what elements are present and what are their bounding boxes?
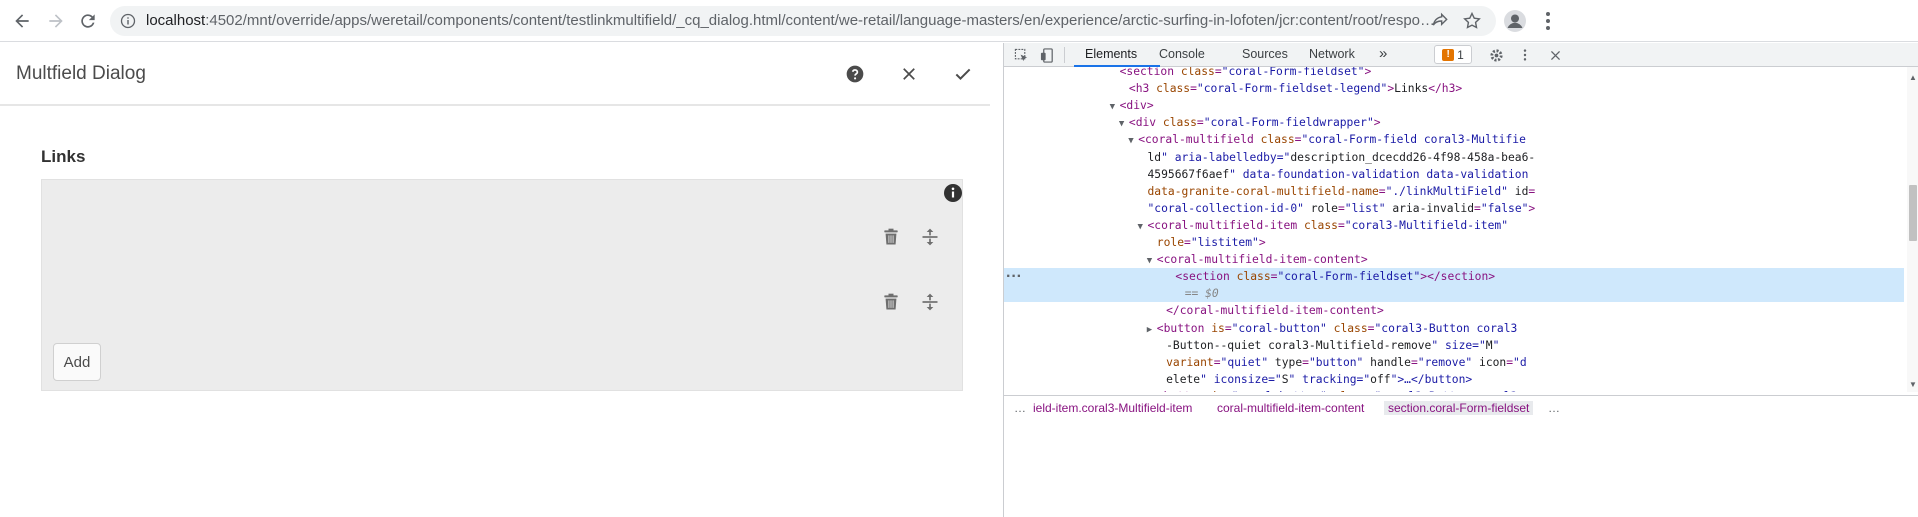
links-section-heading: Links xyxy=(41,147,86,166)
multifield-dialog: Multfield Dialog Links Add xyxy=(0,43,1000,517)
done-checkmark-icon[interactable] xyxy=(951,62,975,86)
dom-node-line[interactable]: role="listitem"> xyxy=(1004,234,1904,251)
devtools-panel: Elements Console Sources Network » ! 1 <… xyxy=(1003,43,1918,517)
warning-icon: ! xyxy=(1442,48,1455,61)
scroll-down-arrow-icon[interactable]: ▼ xyxy=(1909,380,1917,389)
breadcrumb-more[interactable]: … xyxy=(1014,401,1026,415)
site-info-icon[interactable] xyxy=(120,13,136,29)
elements-tree[interactable]: <section class="coral-Form-fieldset"> <h3… xyxy=(1004,67,1904,392)
device-toolbar-icon[interactable] xyxy=(1038,46,1056,64)
dom-node-line[interactable]: elete" iconsize="S" tracking="off">…</bu… xyxy=(1004,371,1904,388)
dom-node-line[interactable]: <section class="coral-Form-fieldset"> xyxy=(1004,67,1904,80)
breadcrumb-more[interactable]: … xyxy=(1548,401,1560,415)
scrollbar-thumb[interactable] xyxy=(1909,185,1917,241)
bookmark-star-icon[interactable] xyxy=(1462,11,1482,31)
url-path: :4502/mnt/override/apps/weretail/compone… xyxy=(205,12,1436,29)
help-icon[interactable] xyxy=(843,62,867,86)
dom-node-line[interactable]: <section class="coral-Form-fieldset"></s… xyxy=(1004,268,1904,286)
links-multifield: Add xyxy=(41,179,963,391)
forward-icon[interactable] xyxy=(44,9,68,33)
expand-triangle-icon[interactable]: ▶ xyxy=(1147,390,1152,392)
breadcrumb-item[interactable]: ield-item.coral3-Multifield-item xyxy=(1033,401,1192,415)
dialog-title: Multfield Dialog xyxy=(16,63,146,84)
dom-node-line[interactable]: ▶<button is="coral-button" class="coral3… xyxy=(1004,320,1904,337)
tab-separator xyxy=(1064,47,1065,63)
dom-node-line[interactable]: </coral-multifield-item-content> xyxy=(1004,302,1904,319)
dom-breadcrumb: … ield-item.coral3-Multifield-item coral… xyxy=(1004,395,1918,419)
devtools-tabbar: Elements Console Sources Network » ! 1 xyxy=(1004,43,1918,67)
dom-node-line[interactable]: ▼ <coral-multifield-item-content> xyxy=(1004,251,1904,268)
address-bar[interactable]: localhost:4502/mnt/override/apps/weretai… xyxy=(110,6,1496,36)
tab-sources[interactable]: Sources xyxy=(1242,47,1288,61)
settings-gear-icon[interactable] xyxy=(1487,46,1505,64)
tab-elements[interactable]: Elements xyxy=(1085,47,1137,61)
issues-badge[interactable]: ! 1 xyxy=(1434,45,1472,64)
reload-icon[interactable] xyxy=(76,9,100,33)
back-icon[interactable] xyxy=(10,9,34,33)
add-item-button[interactable]: Add xyxy=(53,343,101,381)
node-actions-ellipsis[interactable]: ··· xyxy=(1006,268,1022,286)
more-tabs-button[interactable]: » xyxy=(1379,45,1387,62)
scroll-up-arrow-icon[interactable]: ▲ xyxy=(1909,73,1917,82)
delete-item-icon[interactable] xyxy=(879,225,903,249)
chrome-menu-icon[interactable] xyxy=(1536,9,1560,33)
dom-node-line[interactable]: ▼ <div> xyxy=(1004,97,1904,114)
info-icon[interactable] xyxy=(943,183,963,203)
tab-network[interactable]: Network xyxy=(1309,47,1355,61)
dom-node-line[interactable]: ld" aria-labelledby="description_dcecdd2… xyxy=(1004,149,1904,166)
warning-count: 1 xyxy=(1457,47,1464,62)
close-devtools-icon[interactable] xyxy=(1546,46,1564,64)
dom-node-line[interactable]: 4595667f6aef" data-foundation-validation… xyxy=(1004,166,1904,183)
profile-avatar-icon[interactable] xyxy=(1503,9,1527,33)
dom-node-line[interactable]: ▼ <div class="coral-Form-fieldwrapper"> xyxy=(1004,114,1904,131)
dom-node-line[interactable]: "coral-collection-id-0" role="list" aria… xyxy=(1004,200,1904,217)
dom-node-line[interactable]: ▶<button is="coral-button" class="coral3… xyxy=(1004,388,1904,392)
elements-scrollbar[interactable]: ▲ ▼ xyxy=(1907,67,1918,392)
dom-node-line[interactable]: ▼ <coral-multifield class="coral-Form-fie… xyxy=(1004,131,1904,148)
url-host: localhost xyxy=(146,12,206,29)
reorder-item-icon[interactable] xyxy=(918,225,942,249)
url-text[interactable]: localhost:4502/mnt/override/apps/weretai… xyxy=(146,12,1436,29)
close-icon[interactable] xyxy=(897,62,921,86)
dom-node-line[interactable]: -Button--quiet coral3-Multifield-remove"… xyxy=(1004,337,1904,354)
delete-item-icon[interactable] xyxy=(879,290,903,314)
reorder-item-icon[interactable] xyxy=(918,290,942,314)
tab-console[interactable]: Console xyxy=(1159,47,1205,61)
devtools-menu-icon[interactable] xyxy=(1516,46,1534,64)
breadcrumb-item[interactable]: coral-multifield-item-content xyxy=(1217,401,1364,415)
dom-node-line[interactable]: <h3 class="coral-Form-fieldset-legend">L… xyxy=(1004,80,1904,97)
browser-toolbar: localhost:4502/mnt/override/apps/weretai… xyxy=(0,0,1918,42)
dialog-header: Multfield Dialog xyxy=(0,43,990,106)
dom-node-line[interactable]: ▼ <coral-multifield-item class="coral3-Mu… xyxy=(1004,217,1904,234)
inspect-element-icon[interactable] xyxy=(1012,46,1030,64)
dom-node-line[interactable]: == $0 xyxy=(1004,285,1904,303)
share-icon[interactable] xyxy=(1430,11,1450,31)
dom-node-line[interactable]: data-granite-coral-multifield-name="./li… xyxy=(1004,183,1904,200)
dom-node-line[interactable]: variant="quiet" type="button" handle="re… xyxy=(1004,354,1904,371)
breadcrumb-item-selected[interactable]: section.coral-Form-fieldset xyxy=(1384,401,1534,415)
